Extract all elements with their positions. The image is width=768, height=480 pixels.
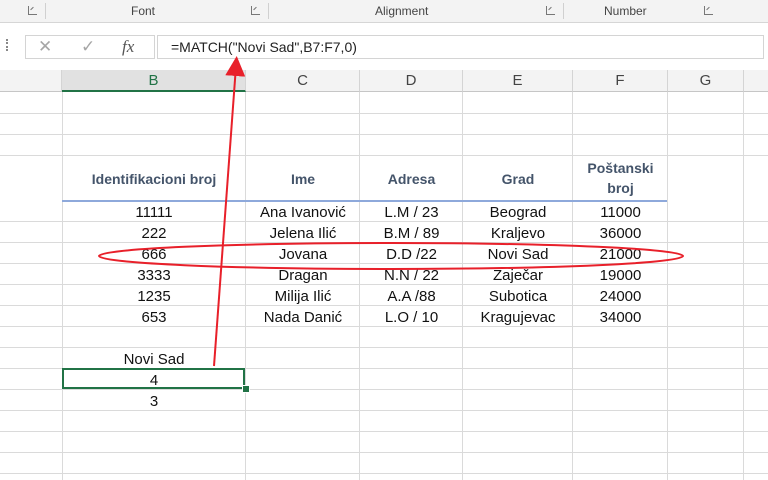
annotation-overlay <box>98 56 684 367</box>
highlight-ellipse <box>98 242 684 270</box>
pointer-arrow <box>213 56 246 367</box>
